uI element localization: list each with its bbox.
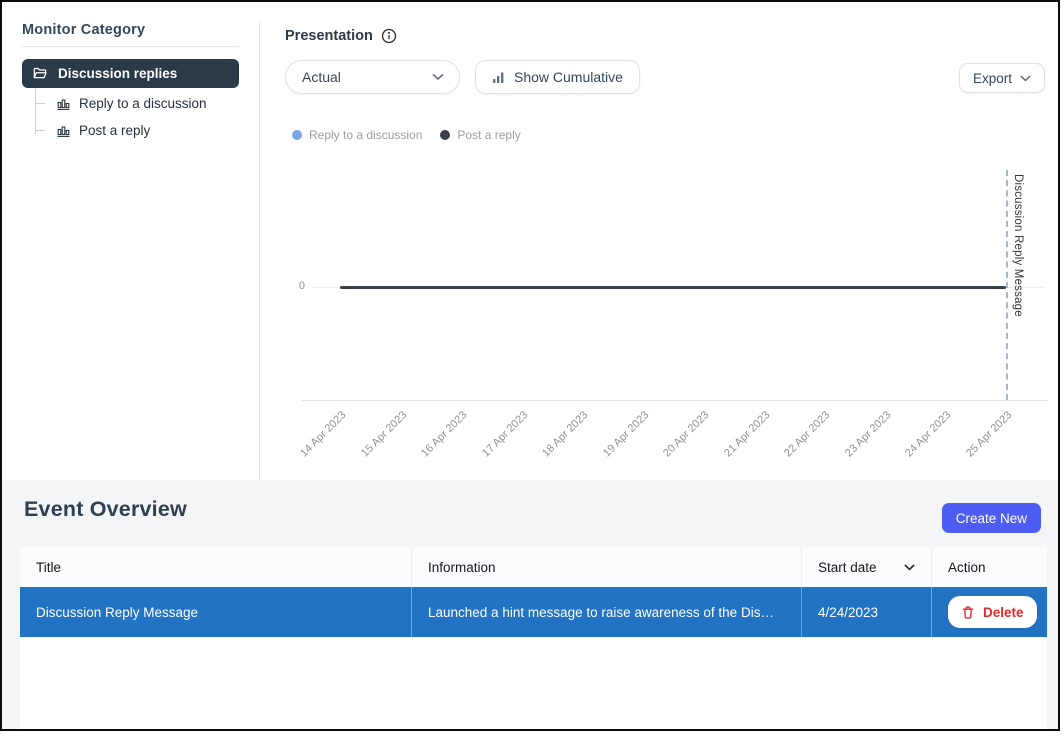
legend-dot-icon bbox=[292, 130, 302, 140]
info-icon[interactable] bbox=[381, 28, 397, 44]
table-header-row: Title Information Start date Action bbox=[20, 547, 1047, 587]
column-header-label: Title bbox=[36, 559, 62, 575]
series-line-post-a-reply bbox=[340, 286, 1006, 289]
presentation-select[interactable]: Actual bbox=[285, 60, 460, 94]
delete-label: Delete bbox=[983, 604, 1024, 620]
bar-chart-icon bbox=[57, 125, 70, 137]
cell-start-date: 4/24/2023 bbox=[802, 587, 932, 637]
chevron-down-icon bbox=[1020, 75, 1031, 82]
chart-controls: Actual Show Cumulative Export bbox=[285, 60, 1048, 94]
column-header-action: Action bbox=[932, 547, 1047, 587]
presentation-select-value: Actual bbox=[302, 69, 341, 85]
cumulative-bars-icon bbox=[492, 71, 505, 84]
sidebar-item-post-a-reply[interactable]: Post a reply bbox=[35, 117, 239, 144]
chart-panel: Presentation Actual Show Cumulative Expo… bbox=[285, 2, 1048, 480]
folder-icon bbox=[33, 67, 48, 80]
cell-action: Delete bbox=[932, 587, 1047, 637]
cell-text: Launched a hint message to raise awarene… bbox=[428, 604, 774, 620]
monitor-section: Monitor Category Discussion replies Repl… bbox=[2, 2, 1058, 480]
chevron-down-icon bbox=[432, 73, 444, 81]
legend-item-reply-to-a-discussion[interactable]: Reply to a discussion bbox=[292, 128, 422, 142]
column-header-title: Title bbox=[20, 547, 412, 587]
export-label: Export bbox=[972, 70, 1012, 86]
line-chart: Reply to a discussion Post a reply 0 Discu… bbox=[285, 120, 1048, 476]
cell-text: Discussion Reply Message bbox=[36, 604, 199, 620]
chart-legend: Reply to a discussion Post a reply bbox=[292, 128, 521, 142]
export-button[interactable]: Export bbox=[958, 63, 1045, 93]
table-row[interactable]: Discussion Reply Message Launched a hint … bbox=[20, 587, 1047, 637]
show-cumulative-button[interactable]: Show Cumulative bbox=[475, 60, 640, 94]
legend-label: Post a reply bbox=[457, 128, 521, 142]
column-header-label: Action bbox=[948, 559, 986, 575]
event-overview-section: Event Overview Create New Title Informati… bbox=[2, 480, 1058, 729]
legend-dot-icon bbox=[440, 130, 451, 140]
events-table: Title Information Start date Action Discuss… bbox=[20, 547, 1047, 729]
sidebar-divider bbox=[22, 46, 239, 47]
vertical-divider bbox=[259, 22, 260, 480]
create-new-button[interactable]: Create New bbox=[941, 503, 1041, 533]
app-window: Monitor Category Discussion replies Repl… bbox=[0, 0, 1060, 731]
column-header-information: Information bbox=[412, 547, 802, 587]
sidebar-item-label: Discussion replies bbox=[58, 66, 178, 81]
sort-chevron-icon[interactable] bbox=[904, 564, 915, 571]
event-annotation-label: Discussion Reply Message bbox=[1012, 174, 1024, 317]
sidebar-title: Monitor Category bbox=[22, 22, 146, 38]
sidebar-item-label: Reply to a discussion bbox=[79, 96, 207, 111]
column-header-label: Information bbox=[428, 559, 496, 575]
show-cumulative-label: Show Cumulative bbox=[514, 69, 623, 85]
event-annotation-line bbox=[1006, 170, 1008, 400]
cell-title: Discussion Reply Message bbox=[20, 587, 412, 637]
panel-header: Presentation bbox=[285, 28, 397, 44]
bar-chart-icon bbox=[57, 98, 70, 110]
cell-information: Launched a hint message to raise awarene… bbox=[412, 587, 802, 637]
trash-icon bbox=[961, 605, 975, 620]
column-header-start-date[interactable]: Start date bbox=[802, 547, 932, 587]
section-title: Event Overview bbox=[24, 497, 187, 521]
delete-button[interactable]: Delete bbox=[948, 596, 1037, 628]
y-axis-tick-label: 0 bbox=[298, 280, 305, 292]
cell-text: 4/24/2023 bbox=[818, 604, 879, 620]
panel-title: Presentation bbox=[285, 28, 373, 44]
column-header-label: Start date bbox=[818, 559, 877, 575]
legend-item-post-a-reply[interactable]: Post a reply bbox=[440, 128, 521, 142]
sidebar-item-reply-to-a-discussion[interactable]: Reply to a discussion bbox=[35, 90, 239, 117]
sidebar: Monitor Category Discussion replies Repl… bbox=[22, 9, 239, 144]
x-axis-line bbox=[302, 400, 1048, 401]
sidebar-item-label: Post a reply bbox=[79, 123, 151, 138]
legend-label: Reply to a discussion bbox=[309, 128, 423, 142]
sidebar-item-discussion-replies[interactable]: Discussion replies bbox=[22, 59, 239, 88]
table-body: Discussion Reply Message Launched a hint … bbox=[20, 587, 1047, 637]
sidebar-tree: Reply to a discussion Post a reply bbox=[35, 88, 239, 144]
